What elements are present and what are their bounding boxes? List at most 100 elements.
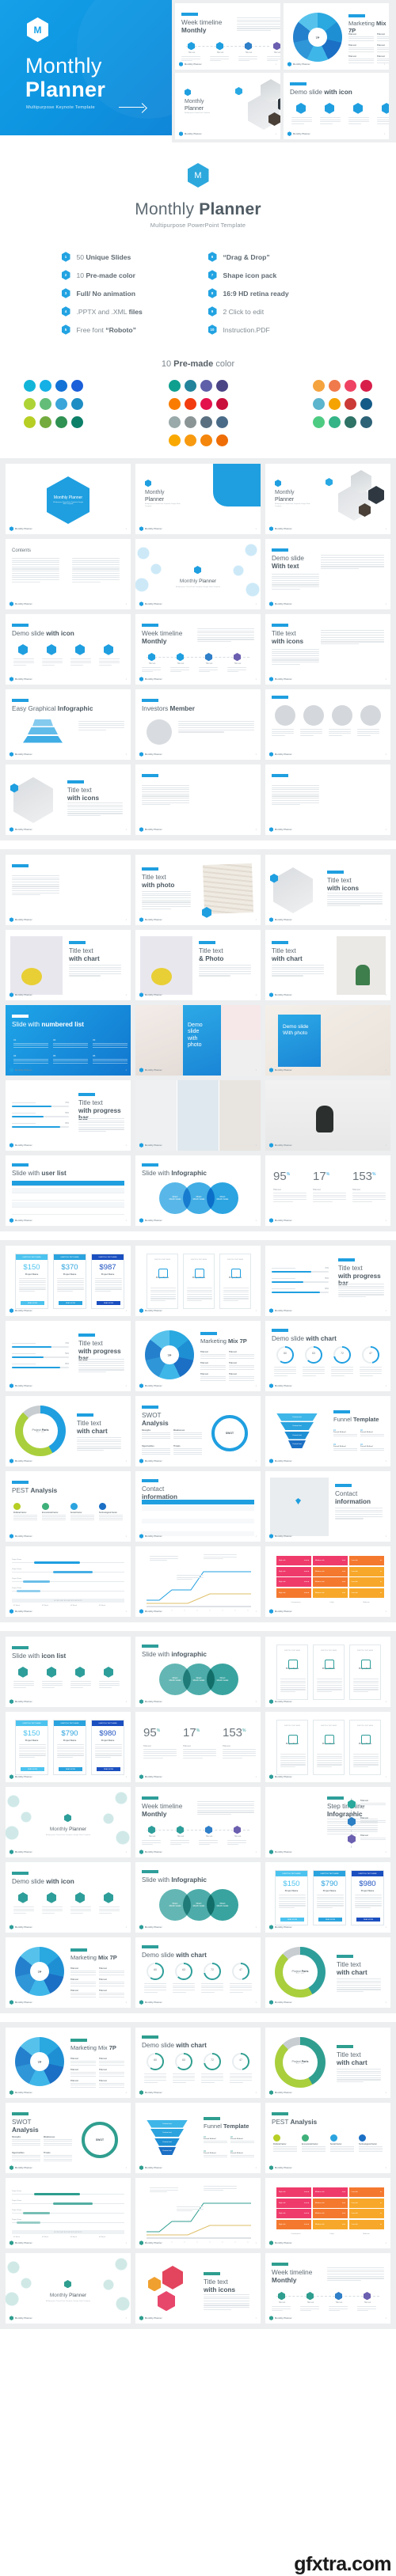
color-swatch[interactable] [40, 380, 51, 392]
slide-thumbnail[interactable]: Week timeline Monthly Title text Title text… [265, 2253, 390, 2324]
slide-thumbnail[interactable]: Title text with icons Monthly Planner 1 [265, 855, 390, 925]
pricing-button[interactable]: READ MORE [356, 1918, 380, 1922]
pricing-card[interactable]: SUBTITLE TEXT HERE $980 Project Name REA… [91, 1720, 124, 1775]
slide-thumbnail[interactable]: Title text & Photo Monthly Planner 1 [135, 930, 261, 1000]
slide-thumbnail[interactable]: Step timeline Infographic Title text Title … [265, 1787, 390, 1857]
slide-thumbnail[interactable]: Slide with Infographic Direct Month Goals D… [135, 1862, 261, 1933]
slide-thumbnail[interactable]: Slide with icon list Monthly Planner 1 [6, 1637, 131, 1707]
slide-thumbnail[interactable]: Demo slide with icon Monthly Planner 1 [284, 73, 389, 139]
pricing-card[interactable]: SUBTITLE TEXT HERE $370 Project Name REA… [53, 1254, 86, 1309]
slide-thumbnail[interactable]: Title text with chart Monthly Planner 1 [6, 930, 131, 1000]
slide-thumbnail[interactable]: Monthly Planner Multipurpose PowerPoint T… [6, 1787, 131, 1857]
slide-thumbnail[interactable]: High risk ▲▲▲ Medium risk ▲▲ Low risk ▲ High r… [265, 1546, 390, 1617]
feature-card[interactable]: SUBTITLE TEXT HERE Project Name [183, 1254, 215, 1309]
pricing-button[interactable]: READ MORE [97, 1301, 120, 1305]
slide-thumbnail[interactable]: Title text with icons Monthly Planner 1 [135, 2253, 261, 2324]
slide-thumbnail[interactable]: Demo slide with icon Monthly Planner 1 [6, 1862, 131, 1933]
slide-thumbnail[interactable]: Contact information Monthly Planner 1 [135, 1471, 261, 1542]
feature-card[interactable]: SUBTITLE TEXT HERE Project Name [349, 1645, 381, 1700]
slide-thumbnail[interactable]: Demo slide with chart 60 63 72 47 Monthly Pl… [265, 1321, 390, 1391]
slide-thumbnail[interactable]: Slide with numbered list 01 02 03 04 05 … [6, 1005, 131, 1076]
pricing-card[interactable]: SUBTITLE TEXT HERE $150 Project Name REA… [15, 1254, 48, 1309]
slide-thumbnail[interactable]: SUBTITLE TEXT HERE $150 Project Name REA… [6, 1712, 131, 1782]
color-swatch[interactable] [168, 416, 181, 428]
color-swatch[interactable] [329, 416, 341, 428]
color-swatch[interactable] [360, 398, 372, 410]
slide-thumbnail[interactable]: Week timeline Monthly Title text Title text… [135, 1787, 261, 1857]
color-swatch[interactable] [184, 434, 196, 446]
slide-thumbnail[interactable]: SUBTITLE TEXT HERE Project Name SUBTITLE… [135, 1246, 261, 1316]
slide-thumbnail[interactable]: Title textwith progress bar 70% 55% 85%M… [6, 1080, 131, 1151]
slide-thumbnail[interactable]: Title textwith progress bar 70% 55% 85%M… [6, 1321, 131, 1391]
slide-thumbnail[interactable]: Project Paris 2017 - 2021 Title text with … [265, 1937, 390, 2008]
slide-thumbnail[interactable]: Project Paris 2017 - 2021 Title text with … [6, 1396, 131, 1466]
slide-thumbnail[interactable]: Monthly Planner 1 [265, 1080, 390, 1151]
pricing-card[interactable]: SUBTITLE TEXT HERE $790 Project Name REA… [53, 1720, 86, 1775]
slide-thumbnail[interactable]: Title text with icons Monthly Planner 1 [6, 764, 131, 835]
slide-thumbnail[interactable]: Monthly Planner 1 [265, 689, 390, 760]
slide-thumbnail[interactable]: Title text with chart Monthly Planner 1 [265, 930, 390, 1000]
color-swatch[interactable] [200, 434, 212, 446]
color-swatch[interactable] [55, 398, 67, 410]
slide-thumbnail[interactable]: PEST Analysis Political Factor Economica… [6, 1471, 131, 1542]
slide-thumbnail[interactable]: SWOT Analysis Strengths Weaknesses Opport… [135, 1396, 261, 1466]
color-swatch[interactable] [345, 380, 356, 392]
color-swatch[interactable] [313, 398, 325, 410]
color-swatch[interactable] [329, 398, 341, 410]
slide-thumbnail[interactable]: Title text with icons Monthly Planner 1 [265, 614, 390, 685]
slide-thumbnail[interactable]: Slide with infographic Direct Month Goals D… [135, 1637, 261, 1707]
feature-card[interactable]: SUBTITLE TEXT HERE Project Name [147, 1254, 178, 1309]
pricing-card[interactable]: SUBTITLE TEXT HERE $150 Project Name REA… [275, 1870, 308, 1925]
pricing-card[interactable]: SUBTITLE TEXT HERE $980 Project Name REA… [351, 1870, 384, 1925]
slide-thumbnail[interactable]: Week timeline Monthly Title text Title text… [175, 3, 280, 70]
color-swatch[interactable] [313, 416, 325, 428]
color-swatch[interactable] [184, 380, 196, 392]
color-swatch[interactable] [24, 416, 36, 428]
color-swatch[interactable] [40, 416, 51, 428]
slide-thumbnail[interactable]: Monthly Planner 1 [135, 764, 261, 835]
slide-thumbnail[interactable]: 7P Marketing Mix 7P Title text Title text… [284, 3, 389, 70]
color-swatch[interactable] [345, 416, 356, 428]
color-swatch[interactable] [71, 398, 83, 410]
slide-thumbnail[interactable]: Demo slide with photo Monthly Planner 1 [135, 1005, 261, 1076]
color-swatch[interactable] [55, 380, 67, 392]
feature-card[interactable]: SUBTITLE TEXT HERE Project Name [313, 1720, 345, 1775]
slide-thumbnail[interactable]: Project Paris 2017 - 2021 Title text with … [265, 2028, 390, 2098]
feature-card[interactable]: SUBTITLE TEXT HERE Project Name [219, 1254, 251, 1309]
slide-thumbnail[interactable]: Monthly Planner 1 [135, 1080, 261, 1151]
slide-thumbnail[interactable]: Week timeline Monthly Title text Title text… [135, 614, 261, 685]
color-swatch[interactable] [215, 434, 228, 446]
slide-thumbnail[interactable]: Monthly Planner 1 [265, 764, 390, 835]
color-swatch[interactable] [329, 380, 341, 392]
slide-thumbnail[interactable]: Slide with Infographic Direct Month Goals D… [135, 1155, 261, 1226]
slide-thumbnail[interactable]: Monthly Planner 1 [135, 1546, 261, 1617]
slide-thumbnail[interactable]: 95% 17% 153% Title text Title text Title text… [135, 1712, 261, 1782]
color-swatch[interactable] [200, 380, 212, 392]
slide-thumbnail[interactable]: Monthly Planner Multipurpose PowerPoint Te… [265, 464, 390, 534]
color-swatch[interactable] [184, 398, 196, 410]
slide-thumbnail[interactable]: 95% 17% 153% Title text Title text Title text… [265, 1155, 390, 1226]
slide-thumbnail[interactable]: SUBTITLE TEXT HERE $150 Project Name REA… [265, 1862, 390, 1933]
slide-thumbnail[interactable]: Monthly Planner 1 [6, 855, 131, 925]
pricing-card[interactable]: SUBTITLE TEXT HERE $987 Project Name REA… [91, 1254, 124, 1309]
slide-thumbnail[interactable]: Monthly Planner Multipurpose PowerPoint … [6, 464, 131, 534]
color-swatch[interactable] [184, 416, 196, 428]
pricing-button[interactable]: READ MORE [318, 1918, 342, 1922]
slide-thumbnail[interactable]: Monthly Planner Multipurpose PowerPoint T… [135, 539, 261, 609]
slide-thumbnail[interactable]: 7P Marketing Mix 7P Title text Title text… [135, 1321, 261, 1391]
pricing-card[interactable]: SUBTITLE TEXT HERE $790 Project Name REA… [313, 1870, 346, 1925]
color-swatch[interactable] [168, 380, 181, 392]
slide-thumbnail[interactable]: PEST Analysis Political Factor Economica… [265, 2103, 390, 2173]
color-swatch[interactable] [345, 398, 356, 410]
slide-thumbnail[interactable]: Demo slide with icon Monthly Planner 1 [6, 614, 131, 685]
pricing-card[interactable]: SUBTITLE TEXT HERE $150 Project Name REA… [15, 1720, 48, 1775]
slide-thumbnail[interactable]: Title textwith progress bar 70% 55% 85%M… [265, 1246, 390, 1316]
slide-thumbnail[interactable]: SWOT Analysis Strengths Weaknesses Opport… [6, 2103, 131, 2173]
feature-card[interactable]: SUBTITLE TEXT HERE Project Name [276, 1720, 308, 1775]
color-swatch[interactable] [168, 398, 181, 410]
color-swatch[interactable] [200, 398, 212, 410]
color-swatch[interactable] [40, 398, 51, 410]
color-swatch[interactable] [215, 398, 228, 410]
slide-thumbnail[interactable]: 7P Marketing Mix 7P Title text Title text… [6, 2028, 131, 2098]
slide-thumbnail[interactable]: Slide with user list Monthly Planner 1 [6, 1155, 131, 1226]
